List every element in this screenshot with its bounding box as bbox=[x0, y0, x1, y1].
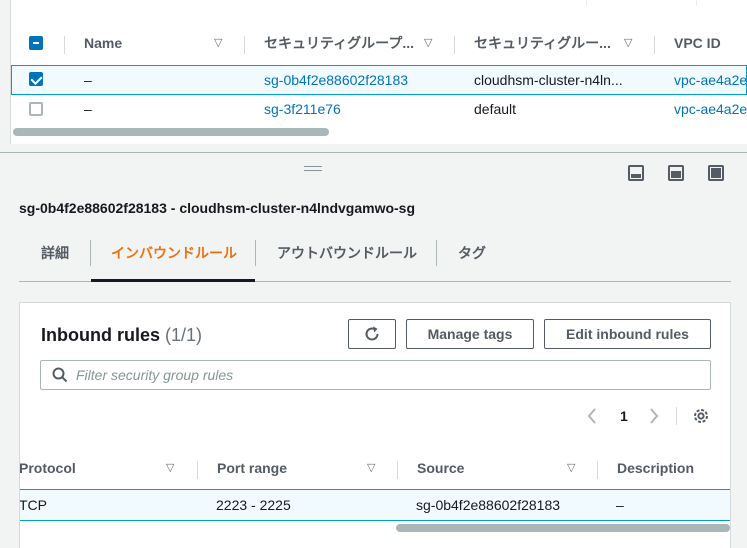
tab-tags[interactable]: タグ bbox=[458, 236, 486, 282]
preferences-gear-icon[interactable] bbox=[692, 401, 710, 431]
row-checkbox[interactable] bbox=[29, 102, 43, 116]
column-header-label: Name bbox=[84, 35, 123, 51]
tab-details[interactable]: 詳細 bbox=[41, 236, 69, 282]
security-group-id-link[interactable]: sg-3f211e76 bbox=[264, 95, 341, 123]
horizontal-scrollbar[interactable] bbox=[13, 128, 329, 136]
row-name: – bbox=[84, 72, 92, 88]
section-title: Inbound rules bbox=[41, 325, 160, 345]
sort-icon[interactable]: ▽ bbox=[214, 26, 222, 60]
table-header: Name ▽ セキュリティグループ... ▽ セキュリティグルー... ▽ VP… bbox=[11, 26, 747, 62]
column-header-name[interactable]: Name ▽ bbox=[84, 26, 244, 62]
row-group-name: cloudhsm-cluster-n4ln... bbox=[474, 72, 623, 88]
column-header-port-range[interactable]: Port range ▽ bbox=[217, 451, 387, 487]
column-header-description[interactable]: Description bbox=[617, 451, 727, 487]
drag-handle-icon[interactable] bbox=[304, 166, 322, 171]
inbound-rules-heading: Inbound rules (1/1) bbox=[41, 325, 202, 346]
previous-page-icon[interactable] bbox=[586, 401, 600, 431]
sort-icon[interactable]: ▽ bbox=[367, 451, 375, 485]
column-header-vpc-id[interactable]: VPC ID bbox=[674, 26, 747, 62]
inbound-rules-container: Inbound rules (1/1) Manage tags Edit inb… bbox=[19, 302, 731, 548]
refresh-button[interactable] bbox=[348, 319, 396, 349]
row-checkbox[interactable] bbox=[29, 72, 43, 86]
column-divider bbox=[597, 461, 598, 479]
page-title: sg-0b4f2e88602f28183 - cloudhsm-cluster-… bbox=[19, 200, 416, 216]
row-name: – bbox=[84, 101, 92, 117]
search-icon bbox=[52, 367, 68, 383]
pager-divider bbox=[676, 407, 677, 425]
security-groups-panel: Name ▽ セキュリティグループ... ▽ セキュリティグルー... ▽ VP… bbox=[0, 0, 747, 152]
panel-bottom-layout-icon[interactable] bbox=[628, 165, 644, 181]
rules-table-header: Protocol ▽ Port range ▽ Source ▽ Descrip… bbox=[19, 451, 730, 487]
refresh-icon bbox=[365, 326, 379, 341]
column-header-source[interactable]: Source ▽ bbox=[417, 451, 587, 487]
split-panel-border bbox=[0, 152, 747, 153]
tab-outbound-rules[interactable]: アウトバウンドルール bbox=[277, 236, 417, 282]
sort-icon[interactable]: ▽ bbox=[624, 26, 632, 60]
vpc-id-link[interactable]: vpc-ae4a2e bbox=[674, 95, 747, 123]
column-header-label: Source bbox=[417, 460, 465, 476]
sort-icon[interactable]: ▽ bbox=[567, 451, 575, 485]
sort-icon[interactable]: ▽ bbox=[166, 451, 174, 485]
search-input[interactable] bbox=[74, 361, 694, 389]
column-divider bbox=[586, 0, 587, 6]
rule-source: sg-0b4f2e88602f28183 bbox=[416, 497, 561, 513]
vpc-id-link[interactable]: vpc-ae4a2e bbox=[674, 66, 747, 94]
next-page-icon[interactable] bbox=[648, 401, 662, 431]
edit-inbound-rules-button[interactable]: Edit inbound rules bbox=[544, 319, 711, 349]
column-divider bbox=[64, 36, 65, 54]
tab-divider bbox=[255, 240, 256, 266]
column-header-label: Description bbox=[617, 460, 695, 476]
page-number[interactable]: 1 bbox=[620, 401, 628, 431]
rule-port-range: 2223 - 2225 bbox=[216, 497, 291, 513]
tab-inbound-rules[interactable]: インバウンドルール bbox=[111, 236, 237, 282]
rule-protocol: TCP bbox=[19, 497, 47, 513]
column-header-label: セキュリティグルー... bbox=[474, 35, 611, 51]
row-group-name: default bbox=[474, 101, 517, 117]
column-header-label: Protocol bbox=[19, 460, 76, 476]
rules-count: (1/1) bbox=[165, 325, 203, 345]
manage-tags-button[interactable]: Manage tags bbox=[406, 319, 534, 349]
column-divider bbox=[696, 0, 697, 6]
active-tab-indicator bbox=[91, 279, 255, 282]
column-header-label: Port range bbox=[217, 460, 288, 476]
column-header-label: VPC ID bbox=[674, 35, 721, 51]
column-divider bbox=[654, 36, 655, 54]
security-group-id-link[interactable]: sg-0b4f2e88602f28183 bbox=[264, 66, 408, 94]
detail-tabs: 詳細 インバウンドルール アウトバウンドルール タグ bbox=[19, 236, 731, 282]
column-divider bbox=[397, 461, 398, 479]
table-row[interactable]: – sg-3f211e76 default vpc-ae4a2e bbox=[11, 95, 747, 125]
rule-description: – bbox=[616, 497, 624, 513]
panel-maximize-icon[interactable] bbox=[708, 165, 724, 181]
column-divider bbox=[244, 36, 245, 54]
column-header-label: セキュリティグループ... bbox=[264, 35, 414, 51]
panel-split-layout-icon[interactable] bbox=[668, 165, 684, 181]
column-header-group-id[interactable]: セキュリティグループ... ▽ bbox=[264, 26, 454, 62]
column-header-protocol[interactable]: Protocol ▽ bbox=[19, 451, 189, 487]
horizontal-scrollbar[interactable] bbox=[396, 524, 730, 532]
column-header-group-name[interactable]: セキュリティグルー... ▽ bbox=[474, 26, 654, 62]
table-row[interactable]: TCP 2223 - 2225 sg-0b4f2e88602f28183 – bbox=[19, 489, 730, 521]
column-divider bbox=[197, 461, 198, 479]
security-groups-table: Name ▽ セキュリティグループ... ▽ セキュリティグルー... ▽ VP… bbox=[10, 0, 747, 144]
table-row[interactable]: – sg-0b4f2e88602f28183 cloudhsm-cluster-… bbox=[11, 65, 747, 95]
column-divider bbox=[454, 36, 455, 54]
filter-search[interactable] bbox=[40, 360, 711, 390]
sort-icon[interactable]: ▽ bbox=[424, 26, 432, 60]
tab-divider bbox=[90, 240, 91, 266]
select-all-checkbox[interactable] bbox=[29, 36, 43, 50]
tab-divider bbox=[436, 240, 437, 266]
